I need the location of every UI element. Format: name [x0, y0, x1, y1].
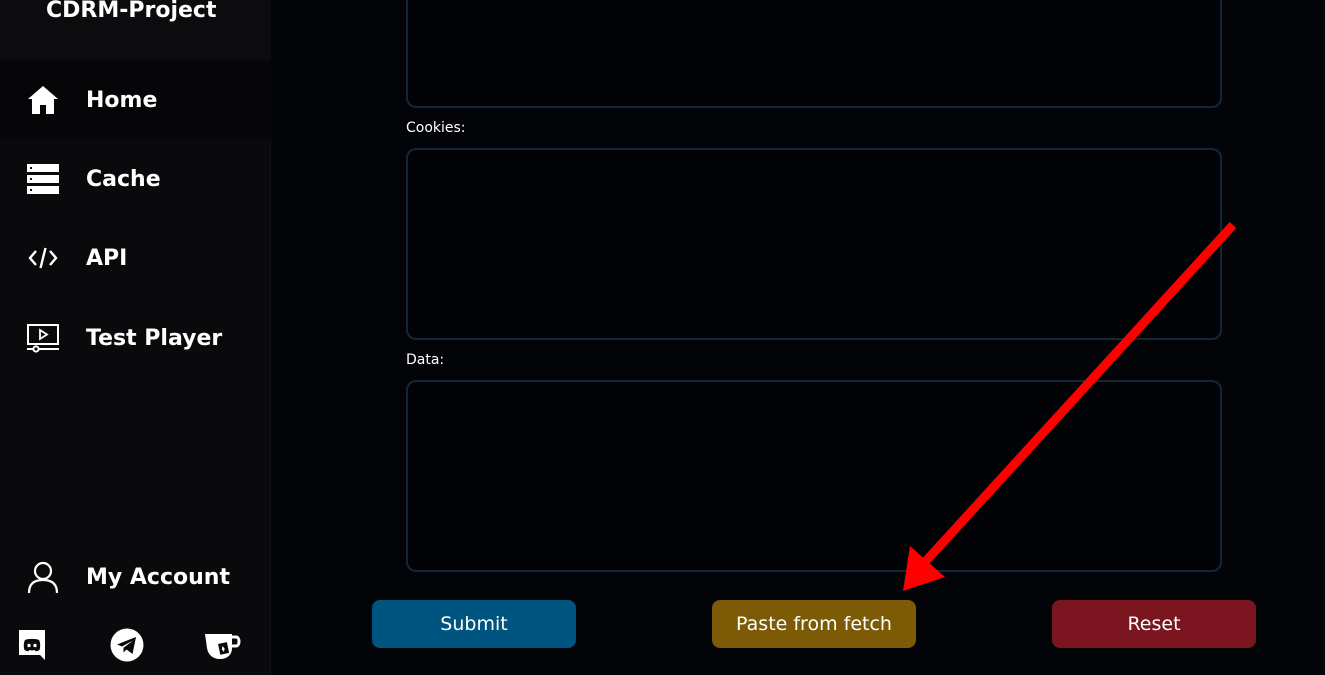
discord-link[interactable] [12, 627, 52, 667]
main-content: Cookies: Data: Submit Paste from fetch R… [272, 0, 1325, 675]
data-textarea[interactable] [406, 380, 1222, 572]
paste-from-fetch-button[interactable]: Paste from fetch [712, 600, 916, 648]
sidebar: CDRM-Project Home Cache API Test Player … [0, 0, 271, 675]
ko-fi-cup-icon [202, 628, 242, 666]
brand-header: CDRM-Project [0, 0, 271, 60]
brand-title[interactable]: CDRM-Project [46, 0, 216, 23]
nav-label-home: Home [86, 87, 158, 113]
data-label: Data: [406, 352, 445, 368]
telegram-icon [110, 628, 144, 666]
nav-label-api: API [86, 245, 128, 271]
nav-label-my-account: My Account [86, 564, 230, 590]
nav-item-api[interactable]: API [0, 219, 271, 297]
submit-button[interactable]: Submit [372, 600, 576, 648]
discord-icon [16, 629, 48, 665]
nav-item-test-player[interactable]: Test Player [0, 299, 271, 377]
user-icon [25, 559, 61, 595]
nav-item-my-account[interactable]: My Account [0, 538, 271, 616]
ko-fi-link[interactable] [202, 627, 242, 667]
nav-label-cache: Cache [86, 166, 161, 192]
code-icon [25, 240, 61, 276]
home-icon [25, 82, 61, 118]
video-player-icon [25, 320, 61, 356]
headers-textarea[interactable] [406, 0, 1222, 108]
cookies-label: Cookies: [406, 120, 466, 136]
telegram-link[interactable] [107, 627, 147, 667]
nav-item-cache[interactable]: Cache [0, 140, 271, 218]
server-icon [25, 161, 61, 197]
reset-button[interactable]: Reset [1052, 600, 1256, 648]
cookies-textarea[interactable] [406, 148, 1222, 340]
nav-item-home[interactable]: Home [0, 61, 271, 139]
nav-label-test-player: Test Player [86, 325, 223, 351]
